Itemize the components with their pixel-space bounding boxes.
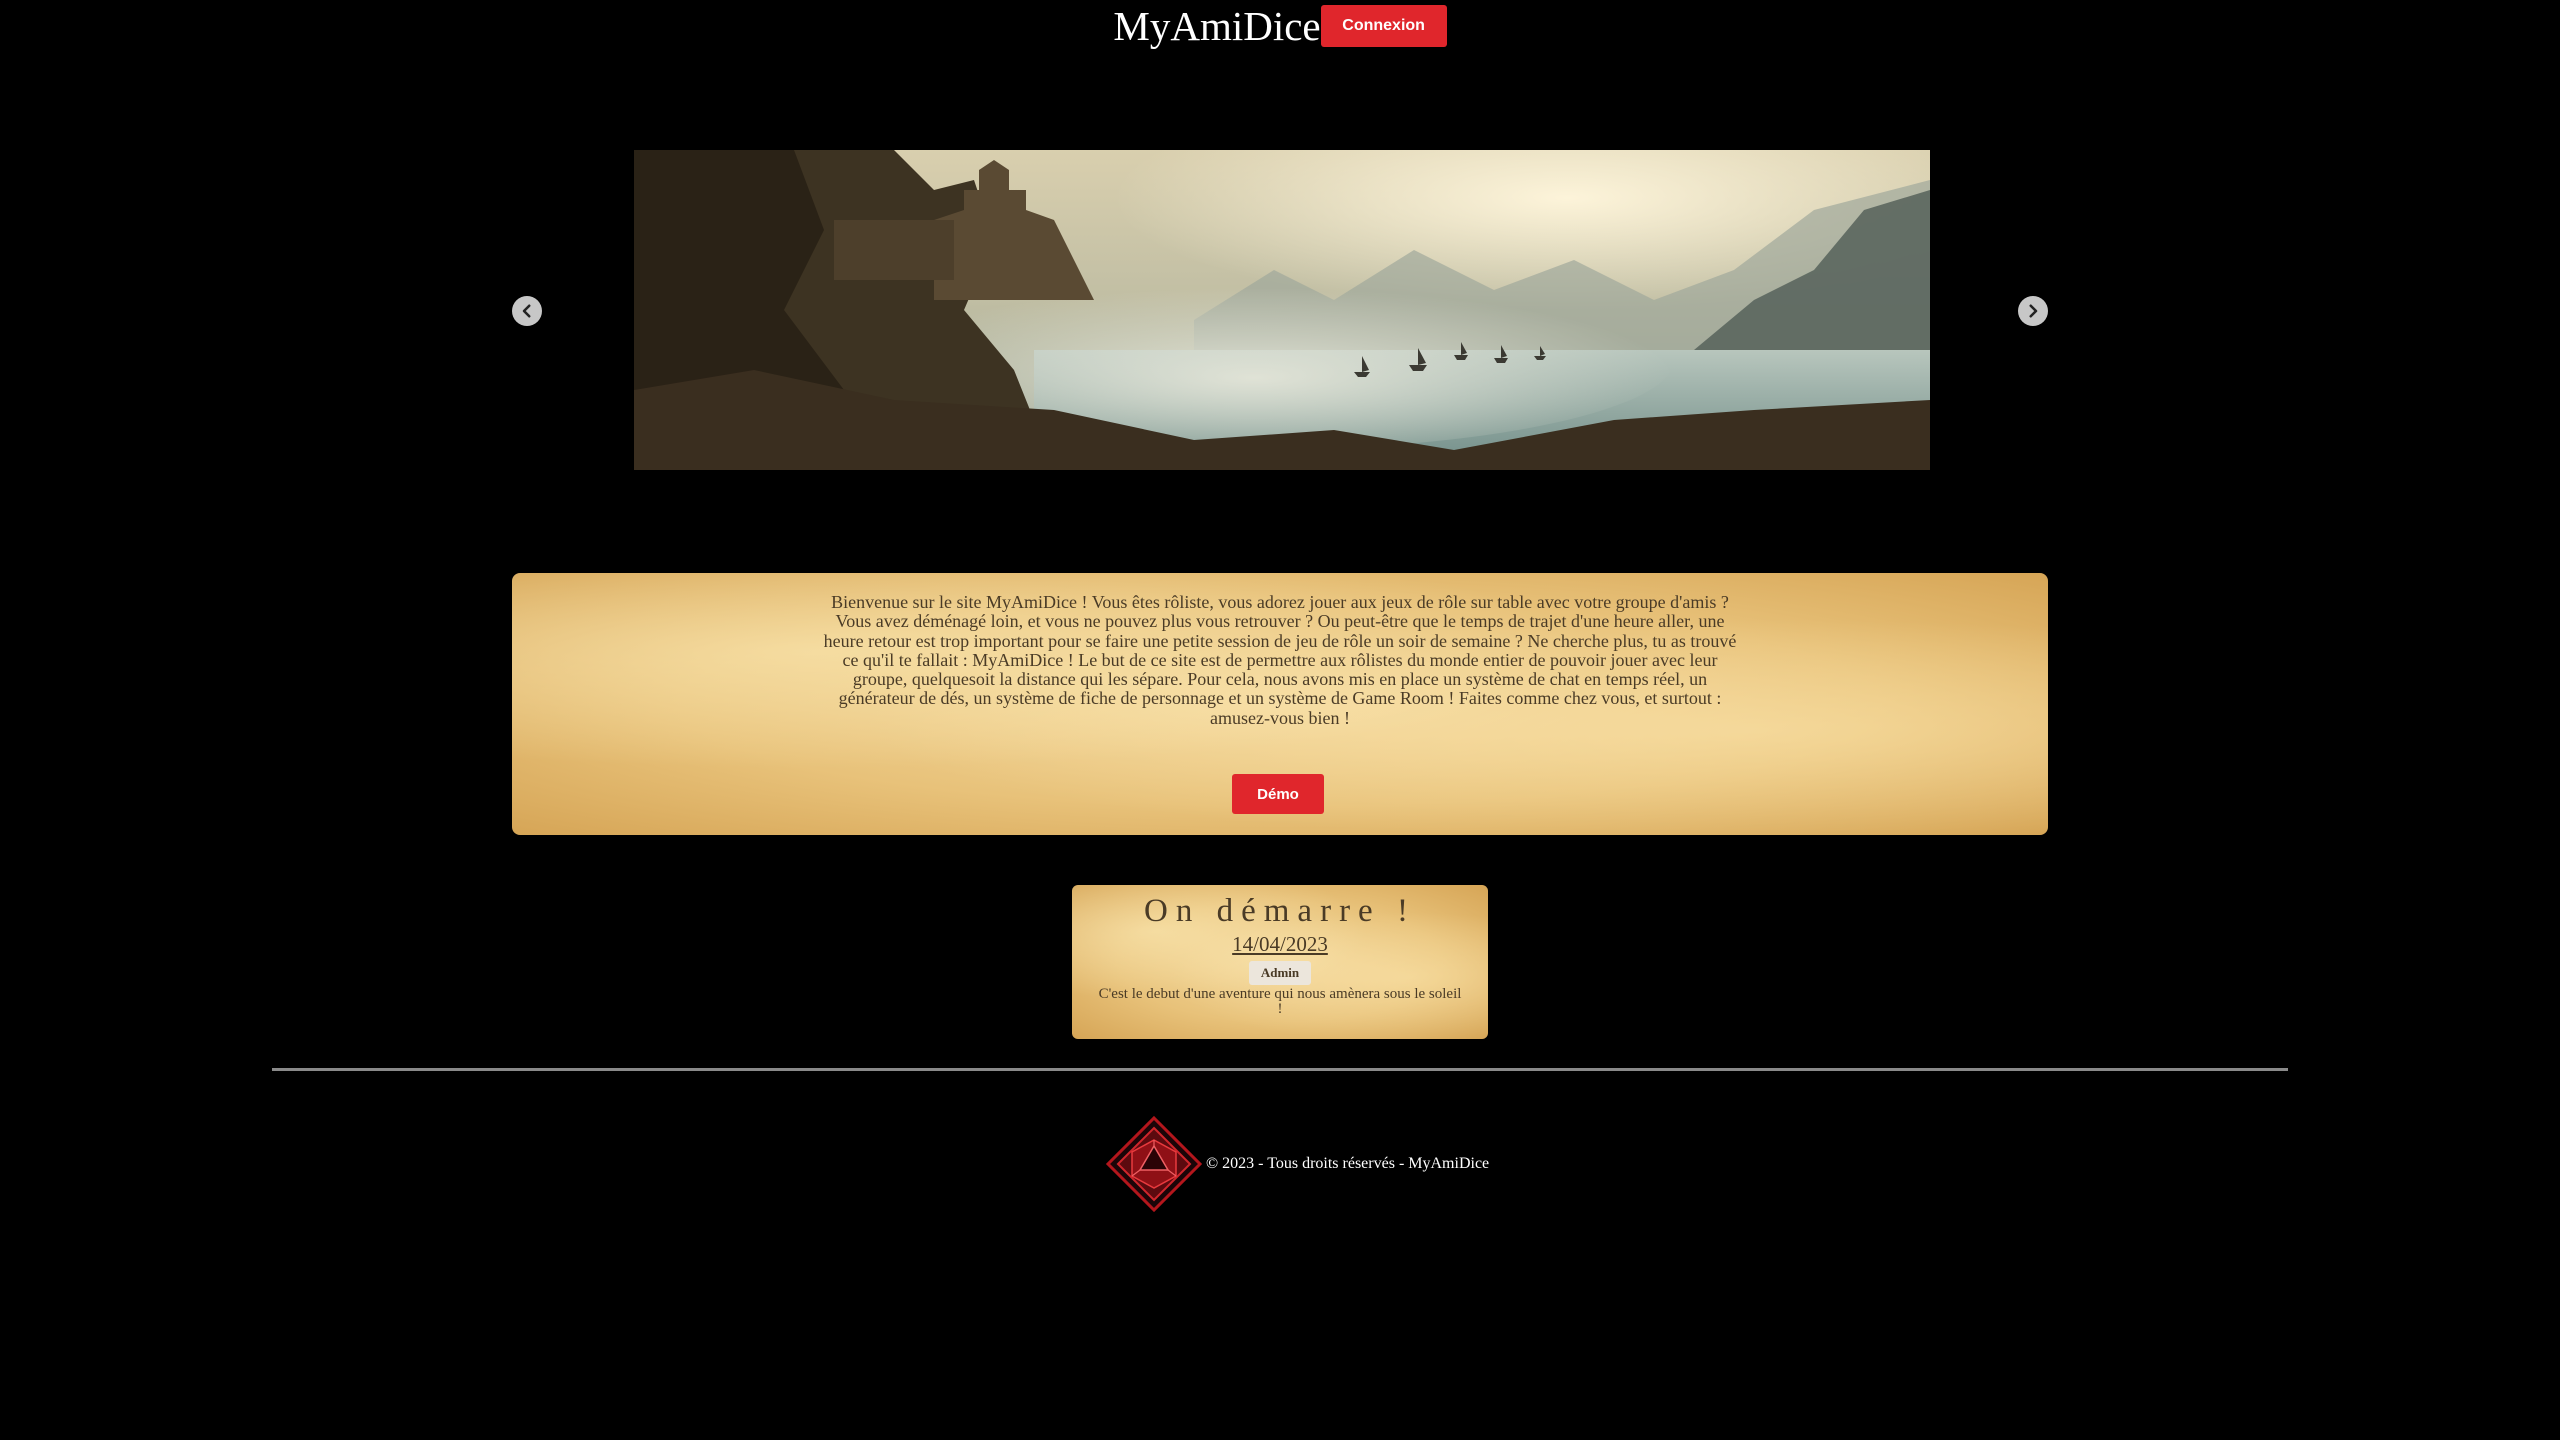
d20-dice-logo-icon <box>1106 1116 1202 1212</box>
page: MyAmiDice Connexion Bienvenue sur le sit… <box>0 0 2560 1440</box>
footer: © 2023 - Tous droits réservés - MyAmiDic… <box>1106 1116 1489 1212</box>
carousel-next-button[interactable] <box>2018 296 2048 326</box>
chevron-left-icon <box>522 304 531 318</box>
news-date: 14/04/2023 <box>1232 932 1328 956</box>
carousel-prev-button[interactable] <box>512 296 542 326</box>
intro-text: Bienvenue sur le site MyAmiDice ! Vous ê… <box>823 592 1737 728</box>
carousel-image <box>634 150 1930 470</box>
header: MyAmiDice Connexion <box>0 0 2560 52</box>
news-card: On démarre ! 14/04/2023 Admin C'est le d… <box>1072 885 1488 1039</box>
news-title: On démarre ! <box>1144 893 1416 929</box>
news-author-badge: Admin <box>1248 961 1312 985</box>
hero-carousel <box>634 150 1930 470</box>
footer-divider <box>272 1068 2288 1071</box>
intro-section: Bienvenue sur le site MyAmiDice ! Vous ê… <box>512 573 2048 835</box>
site-title: MyAmiDice <box>1113 3 1321 49</box>
footer-copyright: © 2023 - Tous droits réservés - MyAmiDic… <box>1206 1155 1490 1172</box>
news-body: C'est le debut d'une aventure qui nous a… <box>1098 986 1462 1017</box>
login-button[interactable]: Connexion <box>1320 5 1447 47</box>
demo-button[interactable]: Démo <box>1232 774 1324 814</box>
chevron-right-icon <box>2029 304 2038 318</box>
